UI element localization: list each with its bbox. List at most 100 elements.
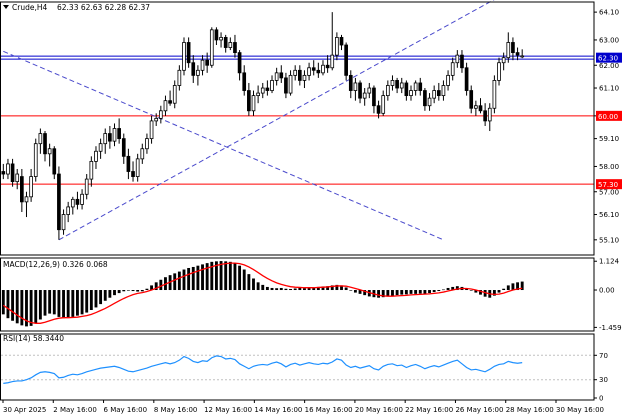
macd-bar [29,290,33,326]
macd-bar [145,288,149,291]
time-tick-label: 30 May 16:00 [556,406,604,414]
candle-body [140,148,145,160]
macd-bar [191,266,195,291]
macd-bar [349,290,353,291]
chart-root: 64.10 63.00 62.00 61.10 60.00 59.10 58.00 57.00… [0,0,624,416]
macd-bar [11,290,15,321]
candle-body [376,105,381,114]
rsi-title: RSI(14) 58.3440 [3,334,64,343]
macd-tick-label: -1.459 [599,324,622,332]
candle-body [390,80,395,86]
macd-bar [303,288,306,291]
macd-bar [377,290,381,298]
time-tick-label: 2 May 16:00 [53,406,97,414]
candle-body [149,120,154,140]
macd-bar [15,290,19,324]
candle-body [297,69,302,81]
candle-body [330,54,335,69]
macd-bar [117,290,121,294]
candle-body [348,74,353,91]
macd-bar [140,290,144,292]
candle-body [372,87,376,107]
candle-body [395,80,399,89]
candle-body [404,82,409,97]
price-tick-label: 58.00 [599,163,619,171]
macd-title: MACD(12,26,9) 0.326 0.068 [3,260,108,269]
candle-body [288,74,293,94]
candle-body [450,62,455,76]
price-tick-label: 62.00 [599,62,619,70]
macd-bar [136,290,140,292]
candle-body [302,74,307,81]
macd-bar [502,288,506,291]
macd-bar [34,290,38,324]
candle-body [108,133,112,142]
macd-bar [126,290,130,291]
candle-body [219,37,223,41]
macd-bar [43,290,47,316]
macd-bar [99,290,103,305]
candle-body [38,133,43,145]
macd-bar [293,288,297,291]
macd-bar [418,290,422,294]
price-tick-label: 56.10 [599,211,619,219]
candle-body [487,107,492,122]
candle [492,75,497,114]
macd-tick-label: 1.124 [599,258,620,266]
candle-body [413,82,418,91]
candle-body [135,158,140,177]
rsi-tick-label: 0 [599,395,603,403]
macd-bar [275,288,279,291]
candle-body [163,100,168,112]
candle [57,166,61,240]
rsi-tick-label: 70 [599,352,608,360]
candle-body [154,117,159,122]
macd-bar [131,290,135,292]
macd-bar [242,269,246,291]
candle-body [270,80,274,91]
candle-body [474,105,478,109]
candle-body [279,72,284,79]
macd-bar [228,261,232,291]
candle-body [200,59,205,71]
candle-body [441,85,446,97]
macd-bar [511,283,515,291]
candle-body [247,90,251,112]
level-label-1: 60.00 [598,113,618,121]
macd-bar [6,290,10,319]
candle-body [15,173,20,183]
price-tick-label: 63.00 [599,36,619,44]
macd-bar [279,287,283,291]
candle-body [367,87,372,94]
time-tick-label: 16 May 16:00 [305,406,353,414]
macd-bar [284,288,288,291]
candle-body [237,52,242,74]
candle-body [52,148,57,175]
macd-bar [409,290,413,294]
candle-body [205,59,209,66]
macd-bar [238,265,242,291]
time-tick-label: 26 May 16:00 [455,406,503,414]
candle [182,37,186,76]
candle-body [399,82,404,89]
macd-bar [20,290,24,326]
candle-body [84,178,89,195]
candle-body [186,42,191,64]
candle-body [168,100,172,104]
rsi-tick-label: 30 [599,376,608,384]
candle-body [497,62,501,81]
candle-body [158,110,163,119]
candle-body [70,198,75,208]
candle-body [483,110,487,122]
candle-body [362,92,367,99]
candle-body [177,69,182,86]
candle-body [506,42,511,59]
time-tick-label: 30 Apr 2025 [3,406,46,414]
candle-body [191,62,196,76]
candle-body [344,44,348,76]
macd-bar [177,271,181,291]
candle [344,42,348,81]
candle-body [103,133,108,145]
macd-bar [265,286,269,291]
candle-body [117,128,121,140]
